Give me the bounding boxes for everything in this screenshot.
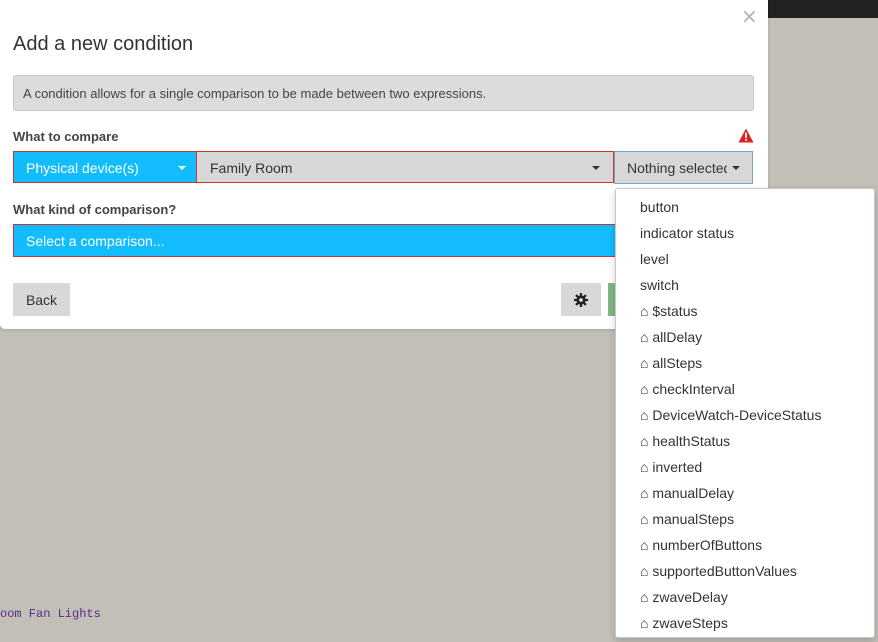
dropdown-item[interactable]: button: [640, 194, 679, 220]
comparison-label: What kind of comparison?: [13, 202, 177, 217]
dropdown-item[interactable]: switch: [640, 272, 679, 298]
back-button[interactable]: Back: [13, 283, 70, 316]
device-select[interactable]: Family Room: [197, 151, 614, 183]
attribute-select[interactable]: Nothing selected: [614, 151, 753, 184]
dropdown-item[interactable]: ⌂ zwaveDelay: [640, 584, 728, 610]
attribute-select-value: Nothing selected: [627, 160, 727, 176]
dropdown-item[interactable]: ⌂ supportedButtonValues: [640, 558, 797, 584]
comparison-select-value: Select a comparison...: [26, 233, 165, 249]
physical-devices-label: Physical device(s): [26, 160, 139, 176]
dropdown-item[interactable]: ⌂ $status: [640, 298, 697, 324]
dropdown-item[interactable]: ⌂ inverted: [640, 454, 702, 480]
attribute-dropdown-menu: button indicator status level switch ⌂ $…: [615, 188, 875, 638]
caret-down-icon: [178, 166, 186, 170]
dialog-title: Add a new condition: [13, 33, 194, 55]
caret-down-icon: [732, 166, 740, 170]
dropdown-item[interactable]: ⌂ DeviceWatch-DeviceStatus: [640, 402, 821, 428]
physical-devices-button[interactable]: Physical device(s): [13, 151, 197, 183]
dropdown-item[interactable]: ⌂ healthStatus: [640, 428, 730, 454]
info-box: A condition allows for a single comparis…: [13, 75, 754, 111]
settings-button[interactable]: [561, 283, 601, 316]
dropdown-item[interactable]: indicator status: [640, 220, 734, 246]
dropdown-item[interactable]: ⌂ allSteps: [640, 350, 702, 376]
top-dark-bar: [765, 0, 878, 18]
dropdown-item[interactable]: ⌂ allDelay: [640, 324, 702, 350]
what-to-compare-label: What to compare: [13, 129, 119, 144]
comparison-select[interactable]: Select a comparison...: [13, 224, 617, 257]
warning-triangle-icon: [738, 128, 754, 143]
device-select-value: Family Room: [210, 160, 293, 176]
gear-icon: [574, 293, 588, 307]
close-icon[interactable]: ×: [741, 6, 758, 26]
dropdown-item[interactable]: ⌂ manualDelay: [640, 480, 734, 506]
info-text: A condition allows for a single comparis…: [23, 86, 487, 101]
dropdown-item[interactable]: ⌂ numberOfButtons: [640, 532, 762, 558]
dropdown-item[interactable]: ⌂ checkInterval: [640, 376, 735, 402]
dropdown-item[interactable]: level: [640, 246, 669, 272]
dropdown-item[interactable]: ⌂ zwaveSteps: [640, 610, 728, 636]
background-piston-text: oom Fan Lights: [0, 607, 101, 621]
dropdown-item[interactable]: ⌂ manualSteps: [640, 506, 734, 532]
caret-down-icon: [592, 166, 600, 170]
